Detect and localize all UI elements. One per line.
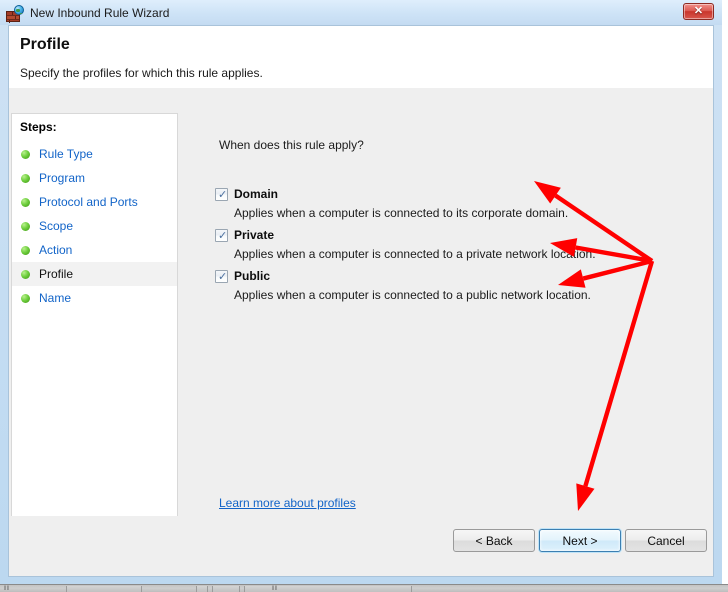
main-content-panel: When does this rule apply? ✓ Domain Applie… — [185, 88, 713, 576]
steps-sidebar: Steps: Rule Type Program Protocol and Port… — [11, 113, 178, 576]
page-title: Profile — [20, 36, 70, 53]
step-bullet-icon — [21, 173, 30, 183]
background-taskbar-strip: ‖‖ ‖‖ — [0, 584, 728, 592]
step-bullet-icon — [21, 197, 30, 207]
window-title: New Inbound Rule Wizard — [30, 5, 170, 20]
wizard-client-area: Profile Specify the profiles for which t… — [8, 25, 714, 577]
steps-heading: Steps: — [20, 120, 57, 134]
checkbox-private[interactable]: ✓ — [215, 228, 228, 242]
profile-checkbox-group: ✓ Domain Applies when a computer is connec… — [215, 186, 685, 309]
sidebar-item-label: Program — [39, 171, 86, 185]
private-description: Applies when a computer is connected to … — [234, 247, 596, 261]
checkmark-icon: ✓ — [218, 187, 228, 201]
firewall-globe-icon — [6, 4, 24, 22]
wizard-button-bar: < Back Next > Cancel — [9, 516, 713, 576]
page-subtitle: Specify the profiles for which this rule… — [20, 66, 263, 80]
checkbox-line-domain: ✓ Domain — [215, 186, 685, 202]
profile-row-domain: ✓ Domain Applies when a computer is connec… — [215, 186, 685, 220]
taskbar-segment — [196, 586, 208, 592]
sidebar-item-profile: Profile — [12, 262, 177, 286]
globe-shape — [14, 4, 24, 15]
window-titlebar[interactable]: New Inbound Rule Wizard ✕ — [0, 0, 722, 25]
sidebar-item-label: Profile — [39, 267, 74, 281]
wizard-body: Steps: Rule Type Program Protocol and Port… — [9, 88, 713, 576]
step-bullet-icon — [21, 149, 30, 159]
next-button[interactable]: Next > — [539, 529, 621, 552]
desktop-background: New Inbound Rule Wizard ✕ Profile Specif… — [0, 0, 728, 592]
step-bullet-icon — [21, 221, 30, 231]
sidebar-item-label: Name — [39, 291, 72, 305]
profile-row-public: ✓ Public Applies when a computer is connec… — [215, 268, 685, 302]
sidebar-item-action[interactable]: Action — [12, 238, 177, 262]
sidebar-item-program[interactable]: Program — [12, 166, 177, 190]
checkbox-label-public[interactable]: Public — [234, 269, 270, 283]
sidebar-item-protocol-and-ports[interactable]: Protocol and Ports — [12, 190, 177, 214]
taskbar-segment — [66, 586, 142, 592]
checkmark-icon: ✓ — [218, 228, 228, 242]
checkbox-line-public: ✓ Public — [215, 268, 685, 284]
public-description: Applies when a computer is connected to … — [234, 288, 591, 302]
checkbox-line-private: ✓ Private — [215, 227, 685, 243]
checkbox-public[interactable]: ✓ — [215, 269, 228, 283]
sidebar-item-label: Protocol and Ports — [39, 195, 138, 209]
sidebar-item-name[interactable]: Name — [12, 286, 177, 310]
sidebar-item-scope[interactable]: Scope — [12, 214, 177, 238]
domain-description: Applies when a computer is connected to … — [234, 206, 569, 220]
step-bullet-icon — [21, 293, 30, 303]
step-bullet-icon — [21, 269, 30, 279]
taskbar-segment — [212, 586, 240, 592]
sidebar-item-label: Rule Type — [39, 147, 93, 161]
checkbox-domain[interactable]: ✓ — [215, 187, 228, 201]
sidebar-item-label: Scope — [39, 219, 74, 233]
step-bullet-icon — [21, 245, 30, 255]
cancel-button[interactable]: Cancel — [625, 529, 707, 552]
wizard-header: Profile Specify the profiles for which t… — [9, 26, 713, 88]
checkmark-icon: ✓ — [218, 269, 228, 283]
steps-list: Rule Type Program Protocol and Ports Scope A… — [12, 142, 177, 310]
wizard-window: New Inbound Rule Wizard ✕ Profile Specif… — [0, 0, 722, 584]
checkbox-label-private[interactable]: Private — [234, 228, 274, 242]
close-icon: ✕ — [693, 5, 704, 17]
sidebar-item-label: Action — [39, 243, 73, 257]
sidebar-item-rule-type[interactable]: Rule Type — [12, 142, 177, 166]
question-text: When does this rule apply? — [219, 138, 364, 152]
back-button[interactable]: < Back — [453, 529, 535, 552]
learn-more-link[interactable]: Learn more about profiles — [219, 496, 356, 510]
profile-row-private: ✓ Private Applies when a computer is conne… — [215, 227, 685, 261]
taskbar-ticks-mid: ‖‖ — [272, 586, 277, 592]
taskbar-segment — [244, 586, 412, 592]
taskbar-ticks-left: ‖‖ — [4, 586, 9, 592]
checkbox-label-domain[interactable]: Domain — [234, 187, 278, 201]
close-button[interactable]: ✕ — [683, 3, 714, 20]
